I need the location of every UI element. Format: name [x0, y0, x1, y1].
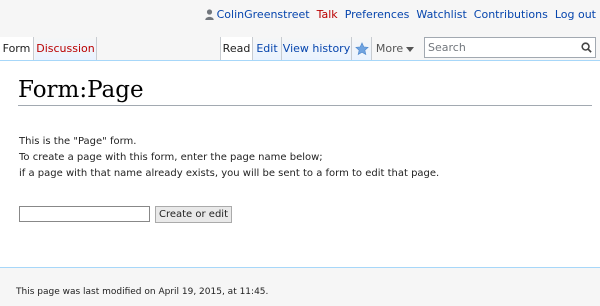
search-input[interactable]: [425, 39, 577, 56]
page-title: Form:Page: [18, 75, 592, 106]
preferences-link[interactable]: Preferences: [345, 8, 410, 21]
footer-last-modified: This page was last modified on April 19,…: [16, 287, 269, 297]
tab-edit[interactable]: Edit: [253, 37, 282, 60]
tab-discussion[interactable]: Discussion: [35, 37, 97, 60]
user-page-link[interactable]: ColinGreenstreet: [204, 7, 310, 21]
personal-tools: ColinGreenstreet Talk Preferences Watchl…: [204, 6, 596, 22]
logout-link[interactable]: Log out: [555, 8, 596, 21]
chevron-down-icon: [406, 42, 415, 55]
description-line: To create a page with this form, enter t…: [19, 152, 323, 163]
description-line: This is the "Page" form.: [19, 136, 137, 147]
user-icon: [204, 8, 214, 20]
search-box: [424, 37, 596, 58]
watchlist-link[interactable]: Watchlist: [416, 8, 466, 21]
username-label: ColinGreenstreet: [216, 7, 310, 21]
create-or-edit-button[interactable]: Create or edit: [155, 206, 232, 223]
form-description: This is the "Page" form. To create a pag…: [19, 134, 439, 182]
contributions-link[interactable]: Contributions: [474, 8, 548, 21]
watch-star-icon[interactable]: [352, 37, 372, 60]
tab-view-history[interactable]: View history: [282, 37, 352, 60]
page-name-input[interactable]: [19, 206, 150, 222]
content-area: Form:Page This is the "Page" form. To cr…: [0, 60, 600, 268]
talk-link[interactable]: Talk: [317, 8, 338, 21]
more-menu[interactable]: More: [372, 37, 418, 60]
tab-form[interactable]: Form: [0, 37, 34, 60]
description-line: if a page with that name already exists,…: [19, 168, 440, 179]
more-label: More: [375, 42, 404, 55]
search-icon[interactable]: [577, 42, 595, 53]
tab-read[interactable]: Read: [220, 37, 253, 60]
